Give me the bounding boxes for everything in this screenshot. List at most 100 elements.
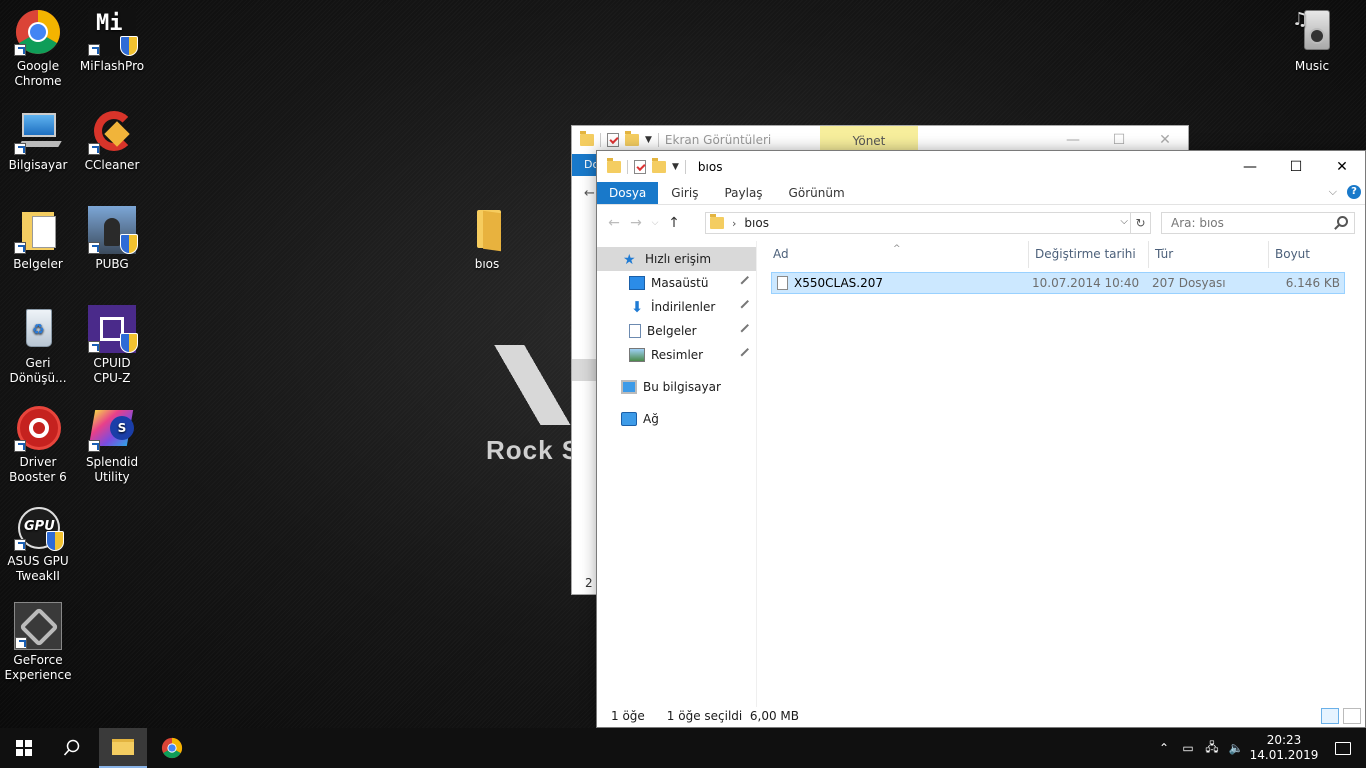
column-headers: Ad ^ Değiştirme tarihi Tür Boyut	[767, 241, 1365, 268]
column-size[interactable]: Boyut	[1269, 241, 1349, 268]
details-view-icon[interactable]	[1321, 708, 1339, 724]
file-icon	[777, 276, 788, 290]
address-bar[interactable]: › bıos ⌵	[705, 212, 1131, 234]
nav-item-this-pc[interactable]: Bu bilgisayar	[597, 375, 756, 399]
chrome-icon	[14, 8, 62, 56]
computer-icon	[621, 380, 637, 394]
taskbar-file-explorer[interactable]	[99, 728, 147, 768]
nav-item-pictures[interactable]: Resimler	[597, 343, 756, 367]
mi-icon: Mi	[88, 8, 138, 56]
desktop-icon-geforce[interactable]: GeForce Experience	[0, 602, 76, 683]
nav-item-network[interactable]: Ağ	[597, 407, 756, 431]
column-label: Ad	[773, 247, 789, 261]
nav-item-quick-access[interactable]: ★ Hızlı erişim	[597, 247, 756, 271]
minimize-icon[interactable]: —	[1227, 151, 1273, 182]
desktop-icon-label: bıos	[474, 257, 500, 271]
explorer-body: ★ Hızlı erişim Masaüstü ⬇ İndirilenler B…	[597, 241, 1365, 707]
desktop-icon-label: PUBG	[95, 257, 129, 271]
desktop-icon-bios-folder[interactable]: bıos	[449, 206, 525, 272]
tab-share[interactable]: Paylaş	[711, 182, 775, 204]
expand-ribbon-icon[interactable]: ⌵	[1329, 185, 1337, 199]
geforce-icon	[14, 602, 62, 650]
desktop-icon-chrome[interactable]: Google Chrome	[0, 8, 76, 89]
cpuz-icon	[88, 305, 138, 353]
desktop-icon-pubg[interactable]: PUBG	[74, 206, 150, 272]
nav-item-label: Belgeler	[647, 324, 697, 338]
maximize-icon[interactable]: ☐	[1273, 151, 1319, 182]
chevron-down-icon[interactable]: ⌵	[1120, 216, 1128, 227]
desktop-icon-miflashpro[interactable]: Mi MiFlashPro	[74, 8, 150, 74]
star-icon: ★	[623, 252, 636, 268]
desktop-icon-cpuz[interactable]: CPUID CPU-Z	[74, 305, 150, 386]
large-icons-view-icon[interactable]	[1343, 708, 1361, 724]
forward-arrow-icon[interactable]: →	[625, 215, 647, 231]
recent-locations-icon[interactable]: ⌵	[647, 218, 663, 228]
tab-view[interactable]: Görünüm	[776, 182, 858, 204]
pin-icon[interactable]	[740, 299, 753, 313]
nav-item-documents[interactable]: Belgeler	[597, 319, 756, 343]
column-name[interactable]: Ad ^	[767, 241, 1029, 268]
close-icon[interactable]: ✕	[1319, 151, 1365, 182]
chevron-down-icon[interactable]: ▼	[645, 135, 652, 145]
uac-shield-icon	[46, 531, 64, 551]
desktop-icon-documents[interactable]: Belgeler	[0, 206, 76, 272]
breadcrumb-chevron-icon[interactable]: ›	[732, 217, 736, 230]
desktop-icon-label: Driver Booster 6	[9, 455, 67, 484]
start-button[interactable]	[0, 728, 48, 768]
tab-home[interactable]: Giriş	[658, 182, 711, 204]
new-folder-icon[interactable]	[625, 131, 639, 146]
file-size: 6.146 KB	[1285, 276, 1340, 290]
table-row[interactable]: X550CLAS.207 10.07.2014 10:40 207 Dosyas…	[771, 272, 1345, 294]
desktop-icon-gpu-tweak[interactable]: GPU ASUS GPU TweakII	[0, 503, 76, 584]
tab-file[interactable]: Dosya	[597, 182, 659, 204]
desktop-icon-label: GeForce Experience	[4, 653, 72, 682]
new-folder-icon[interactable]	[652, 157, 666, 173]
bg-ribbon-file-tab[interactable]: Do	[572, 154, 599, 176]
explorer-window[interactable]: ▼ bıos — ☐ ✕ Dosya Giriş Paylaş Görünüm …	[596, 150, 1366, 728]
desktop-icon-driver-booster[interactable]: Driver Booster 6	[0, 404, 76, 485]
search-input[interactable]: Ara: bıos	[1161, 212, 1355, 234]
properties-icon[interactable]	[607, 133, 619, 147]
splendid-icon: S	[88, 404, 136, 452]
help-icon[interactable]: ?	[1347, 185, 1361, 199]
pin-icon[interactable]	[740, 323, 753, 337]
shortcut-arrow-icon	[14, 440, 26, 452]
desktop-icon-ccleaner[interactable]: CCleaner	[74, 107, 150, 173]
properties-icon[interactable]	[634, 159, 646, 174]
refresh-icon[interactable]: ↻	[1131, 212, 1151, 234]
column-label: Değiştirme tarihi	[1035, 247, 1136, 261]
desktop-icon-music[interactable]: ♫ Music	[1274, 8, 1350, 74]
pin-icon[interactable]	[740, 347, 753, 361]
nav-item-desktop[interactable]: Masaüstü	[597, 271, 756, 295]
battery-icon[interactable]: ▭	[1176, 741, 1200, 755]
desktop-icon-label: CPUID CPU-Z	[93, 356, 131, 385]
back-arrow-icon[interactable]: ←	[603, 215, 625, 231]
search-icon	[63, 739, 80, 756]
volume-icon[interactable]: 🔈	[1224, 741, 1248, 755]
folder-icon	[607, 157, 621, 173]
clock[interactable]: 20:23 14.01.2019	[1248, 733, 1320, 763]
chevron-down-icon[interactable]: ▼	[672, 162, 679, 172]
nav-item-downloads[interactable]: ⬇ İndirilenler	[597, 295, 756, 319]
pin-icon[interactable]	[740, 275, 753, 289]
taskbar-chrome[interactable]	[148, 728, 196, 768]
search-button[interactable]	[48, 728, 96, 768]
nav-item-label: Bu bilgisayar	[643, 380, 721, 394]
manage-tab[interactable]: Yönet	[820, 126, 918, 150]
desktop-icon-computer[interactable]: Bilgisayar	[0, 107, 76, 173]
ccleaner-icon	[88, 107, 136, 155]
shortcut-arrow-icon	[88, 44, 100, 56]
explorer-titlebar[interactable]: ▼ bıos — ☐ ✕	[597, 151, 1365, 182]
file-explorer-icon	[112, 739, 134, 755]
desktop-icon-recycle-bin[interactable]: ♻ Geri Dönüşü...	[0, 305, 76, 386]
action-center-button[interactable]	[1320, 741, 1366, 755]
up-arrow-icon[interactable]: ↑	[663, 215, 685, 231]
back-arrow-icon[interactable]: ←	[584, 186, 595, 201]
network-icon[interactable]: 🖧	[1200, 738, 1224, 759]
sort-ascending-icon: ^	[893, 244, 901, 254]
shortcut-arrow-icon	[14, 539, 26, 551]
desktop-icon-splendid[interactable]: S Splendid Utility	[74, 404, 150, 485]
column-type[interactable]: Tür	[1149, 241, 1269, 268]
column-date-modified[interactable]: Değiştirme tarihi	[1029, 241, 1149, 268]
show-hidden-icons-chevron-icon[interactable]: ⌃	[1152, 741, 1176, 755]
